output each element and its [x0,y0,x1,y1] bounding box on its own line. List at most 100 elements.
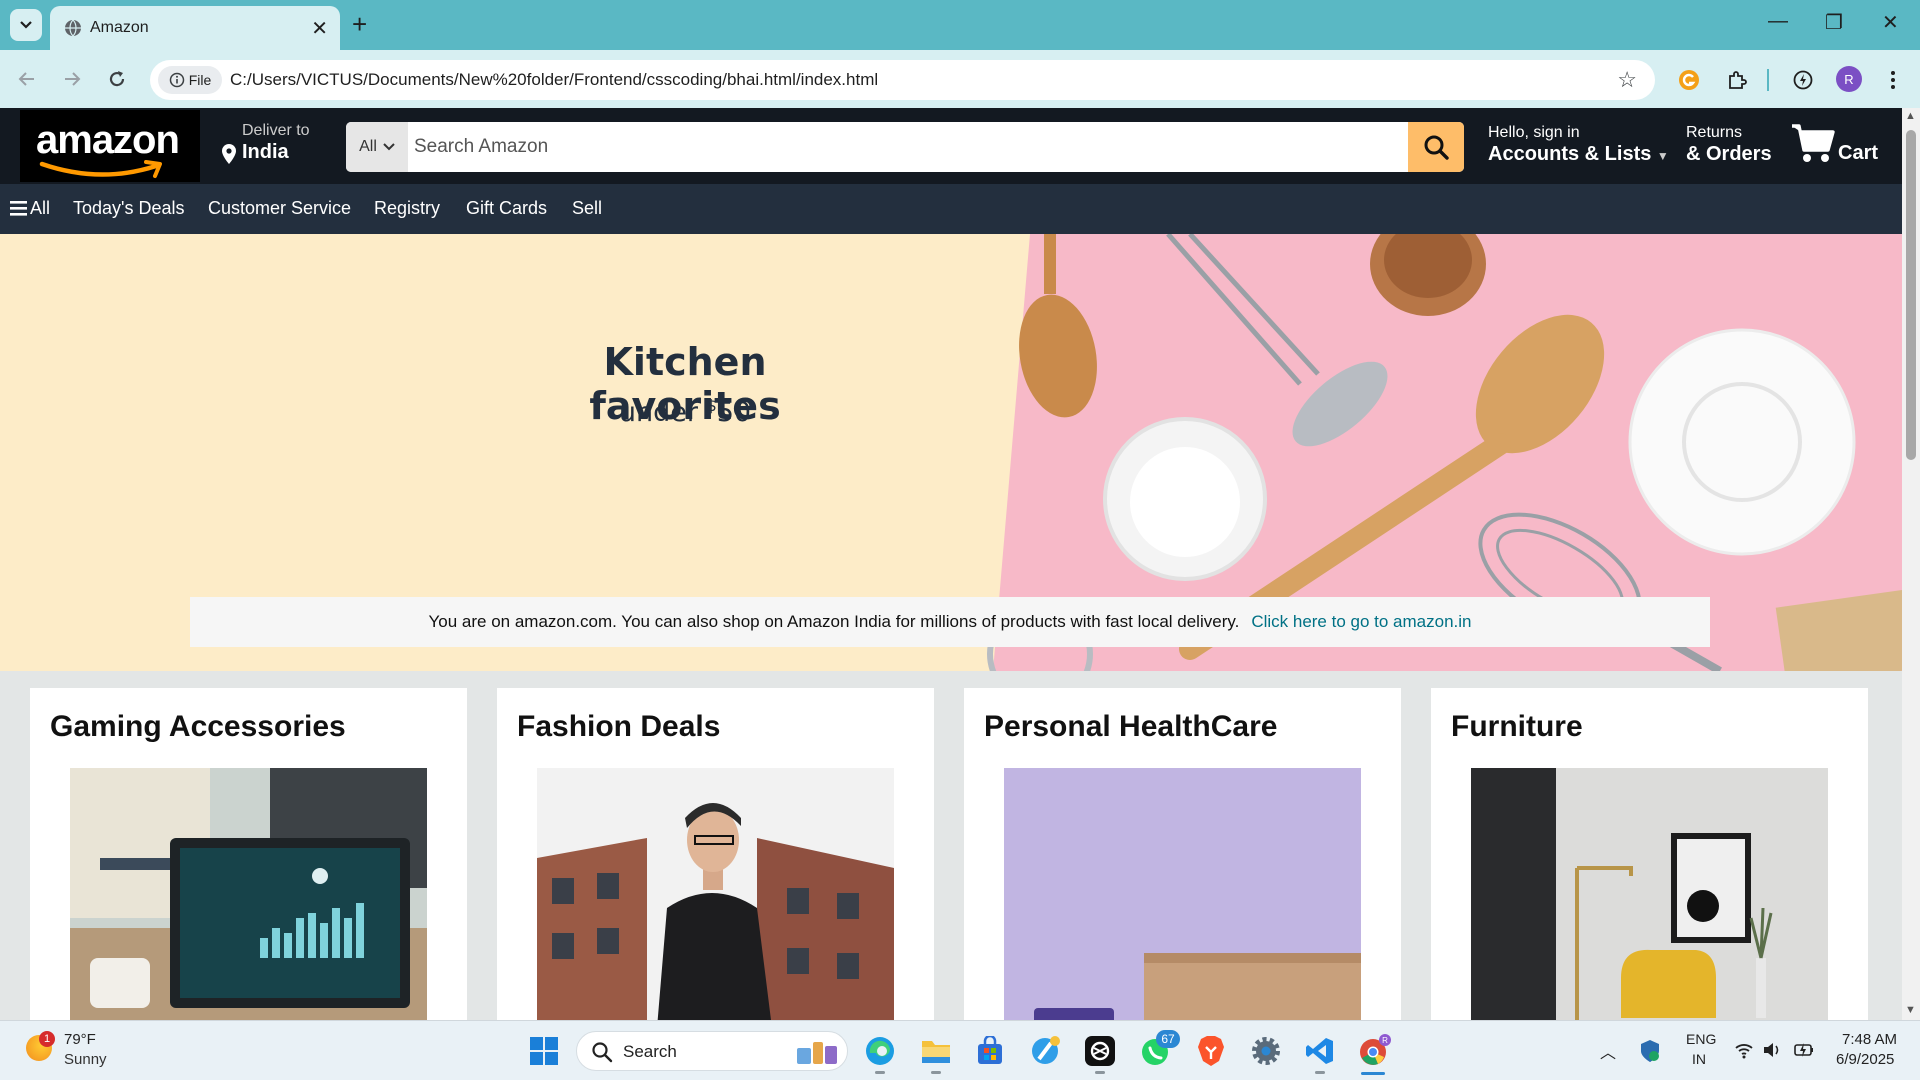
amazon-search-bar: All [346,122,1464,172]
taskbar-search-label: Search [623,1042,677,1061]
category-card-furniture[interactable]: Furniture [1431,688,1868,1020]
extensions-puzzle-icon[interactable] [1724,67,1750,93]
address-bar[interactable]: File C:/Users/VICTUS/Documents/New%20fol… [150,60,1655,100]
performance-icon[interactable] [1790,67,1816,93]
svg-text:R: R [1382,1036,1388,1045]
kebab-menu-icon[interactable] [1880,67,1906,93]
orders-label: & Orders [1686,143,1772,165]
subnav-item-todays-deals[interactable]: Today's Deals [73,198,185,219]
account-label: Accounts & Lists [1488,143,1652,165]
hero-banner[interactable]: Kitchen favorites under $50 You are on a… [0,234,1902,671]
microsoft-store-icon[interactable] [972,1033,1008,1069]
site-info-chip[interactable]: File [158,66,222,94]
site-info-label: File [188,72,212,88]
hamburger-icon [10,201,27,216]
subnav-item-gift-cards[interactable]: Gift Cards [466,198,547,219]
browser-tabstrip: Amazon ✕ + — ❐ ✕ [0,0,1920,50]
volume-icon[interactable] [1762,1041,1782,1064]
card-title: Furniture [1451,710,1583,743]
new-tab-button[interactable]: + [352,9,367,40]
clock-time[interactable]: 7:48 AM [1842,1031,1897,1048]
globe-icon [65,19,81,37]
subnav-item-registry[interactable]: Registry [374,198,440,219]
page-scrollbar[interactable]: ▲ ▼ [1902,108,1920,1020]
restore-icon[interactable]: ❐ [1825,10,1843,35]
vscode-icon[interactable] [1302,1033,1338,1069]
back-button[interactable] [10,62,44,96]
chatgpt-icon[interactable] [1082,1033,1118,1069]
search-category-value: All [359,138,377,155]
close-window-icon[interactable]: ✕ [1882,10,1899,35]
tray-overflow-chevron-icon[interactable]: ︿ [1600,1039,1616,1063]
taskbar-search[interactable]: Search [576,1031,848,1071]
subnav-item-customer-service[interactable]: Customer Service [208,198,351,219]
scroll-up-icon[interactable]: ▲ [1905,110,1916,122]
search-category-select[interactable]: All [346,122,408,172]
profile-avatar[interactable]: R [1836,66,1862,92]
chevron-down-icon [383,143,395,151]
minimize-icon[interactable]: — [1768,10,1788,33]
close-tab-icon[interactable]: ✕ [311,16,328,41]
logo-smile-icon [39,160,162,178]
accounts-and-lists[interactable]: Hello, sign in Accounts & Lists ▼ [1488,124,1669,166]
gaming-laptop-image [70,768,427,1020]
subnav-item-sell[interactable]: Sell [572,198,602,219]
subnav-all-menu[interactable]: All [10,198,50,219]
category-card-gaming-accessories[interactable]: Gaming Accessories [30,688,467,1020]
forward-button[interactable] [55,62,89,96]
brave-browser-icon[interactable] [1193,1033,1229,1069]
extension-g-icon[interactable] [1676,67,1702,93]
tab-search-button[interactable] [10,9,42,41]
page-viewport: amazon Deliver to India All Hello, sign … [0,108,1902,1020]
weather-temperature: 79°F [64,1031,96,1048]
fashion-model-image [537,768,894,1020]
arrow-left-icon [18,72,34,86]
amazon-logo[interactable]: amazon [20,110,200,182]
search-icon [592,1042,613,1063]
browser-tab-amazon[interactable]: Amazon ✕ [50,6,340,50]
language-line2[interactable]: IN [1692,1051,1706,1067]
reload-icon [109,71,125,87]
tab-title: Amazon [90,19,149,36]
search-highlight-icon [797,1042,837,1064]
cart-button[interactable]: Cart [1790,122,1878,169]
whatsapp-badge: 67 [1156,1030,1180,1048]
hero-subtitle-amount: 50 [716,397,752,428]
windows-logo-icon [530,1037,558,1065]
scrollbar-thumb[interactable] [1906,130,1916,460]
running-indicator [1095,1071,1105,1074]
start-button[interactable] [526,1033,562,1069]
returns-and-orders[interactable]: Returns & Orders [1686,124,1772,166]
amazon-in-link[interactable]: Click here to go to amazon.in [1251,612,1471,632]
category-card-fashion-deals[interactable]: Fashion Deals [497,688,934,1020]
scroll-down-icon[interactable]: ▼ [1905,1004,1916,1016]
furniture-room-image [1471,768,1828,1020]
caret-down-icon: ▼ [1656,149,1669,163]
language-line1[interactable]: ENG [1686,1031,1716,1047]
chevron-down-icon [20,21,32,29]
subnav-item-label: All [30,198,51,218]
running-indicator [1315,1071,1325,1074]
clock-date[interactable]: 6/9/2025 [1836,1051,1894,1068]
copilot-app-icon[interactable] [1027,1033,1063,1069]
edge-browser-icon[interactable] [862,1033,898,1069]
search-button[interactable] [1408,122,1464,172]
hero-subtitle-prefix: under [618,397,707,428]
category-card-personal-healthcare[interactable]: Personal HealthCare [964,688,1401,1020]
wifi-icon[interactable] [1734,1041,1754,1064]
cart-label: Cart [1838,142,1879,164]
card-title: Fashion Deals [517,710,721,743]
url-text[interactable]: C:/Users/VICTUS/Documents/New%20folder/F… [230,70,878,90]
deliver-country: India [242,141,289,163]
settings-gear-icon[interactable] [1248,1033,1284,1069]
file-explorer-icon[interactable] [918,1033,954,1069]
bookmark-star-icon[interactable]: ☆ [1617,67,1637,93]
arrow-right-icon [65,72,81,86]
battery-charging-icon[interactable] [1792,1041,1816,1064]
search-icon [1424,135,1449,160]
reload-button[interactable] [100,62,134,96]
cart-icon [1792,124,1835,162]
security-shield-icon[interactable] [1639,1039,1661,1068]
chrome-browser-icon[interactable]: R [1357,1033,1393,1069]
search-input[interactable] [408,122,1398,172]
